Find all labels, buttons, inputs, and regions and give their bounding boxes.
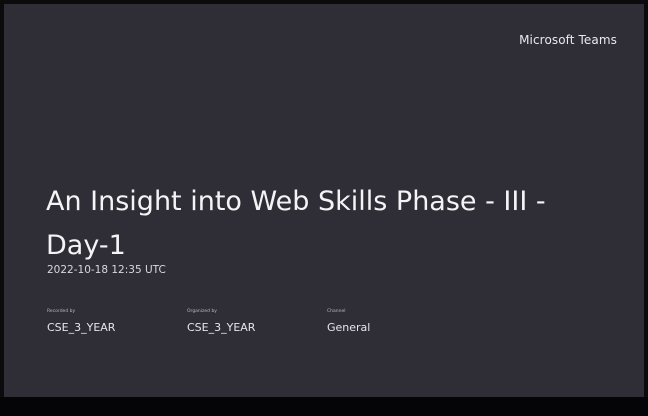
recorded-by-value: CSE_3_YEAR bbox=[47, 321, 116, 334]
organized-by-value: CSE_3_YEAR bbox=[187, 321, 256, 334]
organized-by-section: Organized by CSE_3_YEAR bbox=[187, 309, 255, 334]
brand-label: Microsoft Teams bbox=[519, 33, 617, 47]
recording-timestamp: 2022-10-18 12:35 UTC bbox=[47, 264, 166, 276]
channel-section: Channel General bbox=[327, 309, 370, 334]
channel-value: General bbox=[327, 321, 371, 334]
organized-by-label: Organized by bbox=[187, 309, 217, 314]
recording-title: An Insight into Web Skills Phase - III -… bbox=[46, 186, 546, 261]
recorded-by-section: Recorded by CSE_3_YEAR bbox=[47, 309, 115, 334]
letterbox-bar bbox=[0, 397, 648, 416]
recording-title-card: Microsoft Teams An Insight into Web Skil… bbox=[4, 4, 644, 397]
channel-label: Channel bbox=[327, 309, 346, 314]
recorded-by-label: Recorded by bbox=[47, 309, 76, 314]
